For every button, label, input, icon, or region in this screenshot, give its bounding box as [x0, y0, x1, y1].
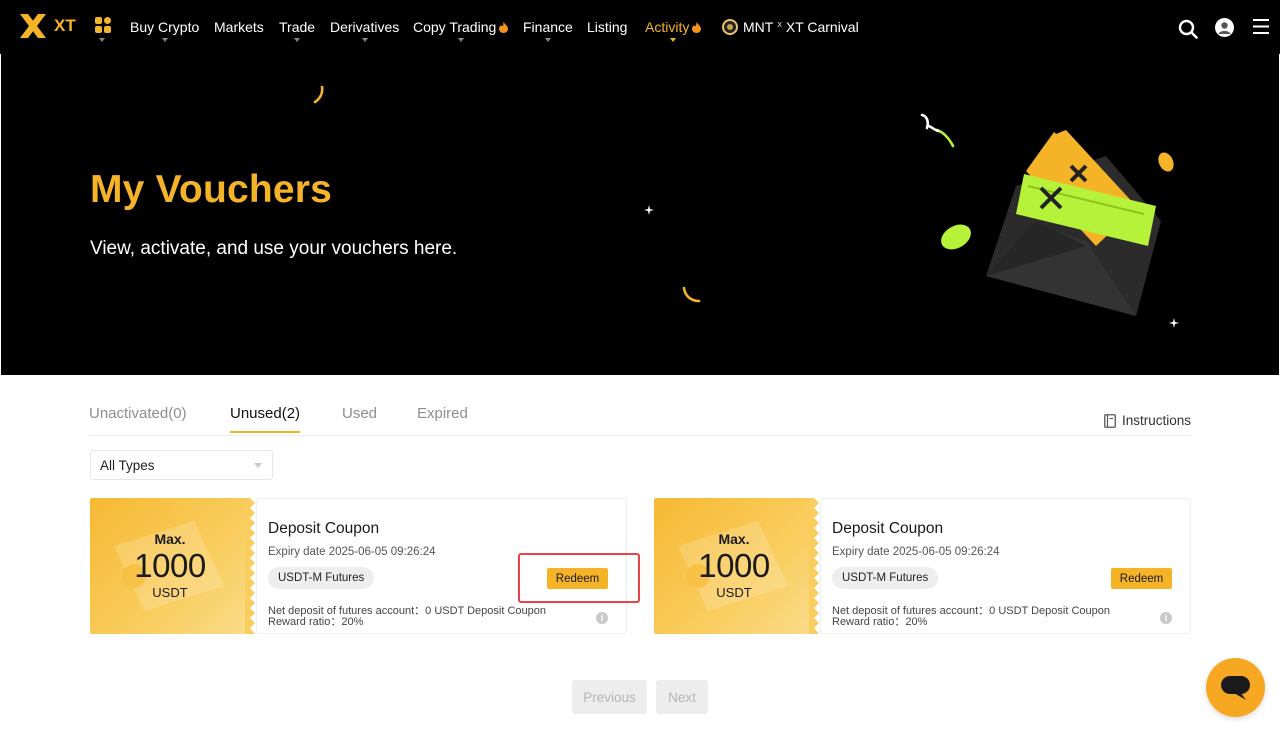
chevron-down-icon [294, 38, 301, 42]
previous-page-button[interactable]: Previous [572, 680, 647, 714]
instructions-label: Instructions [1121, 413, 1191, 428]
xt-logo[interactable]: XT [18, 12, 76, 40]
confetti-icon [313, 86, 324, 104]
promo-left: MNT [743, 19, 774, 35]
nav-derivatives[interactable]: Derivatives [330, 0, 399, 54]
chevron-down-icon [161, 38, 168, 42]
confetti-icon [682, 286, 701, 303]
voucher-envelope-illustration [986, 130, 1161, 316]
promo-right: XT Carnival [785, 19, 859, 35]
voucher-expiry: Expiry date 2025-06-05 09:26:24 [832, 546, 1000, 558]
menu-icon[interactable] [1253, 19, 1269, 39]
top-nav: XT Buy Crypto Markets Trade Derivatives … [0, 0, 1280, 54]
search-icon[interactable] [1178, 19, 1198, 44]
nav-label: Trade [279, 19, 316, 35]
chevron-down-icon [544, 38, 551, 42]
coin-icon [941, 224, 971, 250]
voucher-info-line: Reward ratio：20% [268, 616, 364, 628]
nav-markets[interactable]: Markets [214, 0, 264, 54]
nav-label: Listing [587, 19, 628, 35]
hero-banner: My Vouchers View, activate, and use your… [1, 54, 1279, 375]
voucher-tabs: Unactivated(0) Unused(2) Used Expired In… [89, 395, 1191, 436]
voucher-tag: USDT-M Futures [268, 567, 375, 589]
voucher-value-panel: Max. 1000 USDT [654, 498, 814, 634]
voucher-type-select[interactable]: All Types [90, 450, 273, 480]
tab-unused[interactable]: Unused(2) [230, 405, 301, 433]
voucher-amount: 1000 [134, 547, 206, 584]
voucher-tag: USDT-M Futures [832, 567, 939, 589]
tab-expired[interactable]: Expired [417, 405, 468, 432]
apps-icon[interactable] [95, 17, 111, 38]
chevron-down-icon [670, 38, 677, 42]
chat-support-button[interactable] [1206, 658, 1265, 717]
voucher-amount: 1000 [698, 547, 770, 584]
voucher-max-label: Max. [154, 531, 186, 547]
confetti-icon [920, 113, 955, 148]
info-icon[interactable]: i [1160, 612, 1172, 624]
voucher-title: Deposit Coupon [268, 520, 380, 537]
ticket-edge [245, 498, 255, 634]
voucher-details: Deposit Coupon Expiry date 2025-06-05 09… [256, 498, 627, 634]
user-icon[interactable] [1215, 18, 1234, 42]
page-title: My Vouchers [90, 168, 333, 211]
nav-label: Activity [645, 19, 690, 35]
nav-trade[interactable]: Trade [279, 0, 315, 54]
nav-label: Markets [214, 19, 264, 35]
voucher-details: Deposit Coupon Expiry date 2025-06-05 09… [820, 498, 1191, 634]
next-page-button[interactable]: Next [656, 680, 708, 714]
redeem-button[interactable]: Redeem [1111, 568, 1172, 589]
voucher-info-line: Reward ratio：20% [832, 616, 928, 628]
nav-listing[interactable]: Listing [587, 0, 627, 54]
nav-label: Finance [523, 19, 573, 35]
flame-icon [692, 21, 702, 33]
chevron-down-icon [99, 38, 105, 42]
ticket-edge [809, 498, 819, 634]
nav-label: Copy Trading [413, 19, 497, 35]
page-subtitle: View, activate, and use your vouchers he… [90, 238, 458, 259]
nav-mnt-carnival[interactable]: MNT x XT Carnival [722, 0, 859, 54]
instructions-link[interactable]: Instructions [1104, 413, 1191, 428]
voucher-info: Net deposit of futures account：0 USDT De… [832, 606, 1110, 628]
chat-bubble-icon [1221, 676, 1250, 700]
chevron-down-icon [361, 38, 368, 42]
nav-finance[interactable]: Finance [523, 0, 573, 54]
voucher-unit: USDT [716, 585, 752, 600]
brand-name: XT [54, 16, 76, 35]
flame-icon [499, 21, 509, 33]
voucher-unit: USDT [152, 585, 188, 600]
nav-label: Buy Crypto [130, 19, 200, 35]
tab-unactivated[interactable]: Unactivated(0) [89, 405, 187, 432]
voucher-expiry: Expiry date 2025-06-05 09:26:24 [268, 546, 436, 558]
voucher-value-panel: Max. 1000 USDT [90, 498, 250, 634]
redeem-button[interactable]: Redeem [547, 568, 608, 589]
nav-label: Derivatives [330, 19, 400, 35]
voucher-max-label: Max. [718, 531, 750, 547]
nav-copy-trading[interactable]: Copy Trading [413, 0, 509, 54]
chevron-down-icon [254, 463, 262, 468]
info-icon[interactable]: i [596, 612, 608, 624]
xt-logo-icon [20, 14, 46, 38]
voucher-info: Net deposit of futures account：0 USDT De… [268, 606, 546, 628]
sparkle-icon [644, 205, 654, 215]
mnt-coin-icon [722, 19, 738, 35]
tab-used[interactable]: Used [342, 405, 377, 432]
book-icon [1104, 413, 1116, 428]
nav-activity[interactable]: Activity [645, 0, 702, 54]
voucher-title: Deposit Coupon [832, 520, 944, 537]
voucher-type-value: All Types [100, 457, 155, 473]
promo-x: x [777, 19, 782, 29]
nav-buy-crypto[interactable]: Buy Crypto [130, 0, 199, 54]
chevron-down-icon [457, 38, 464, 42]
